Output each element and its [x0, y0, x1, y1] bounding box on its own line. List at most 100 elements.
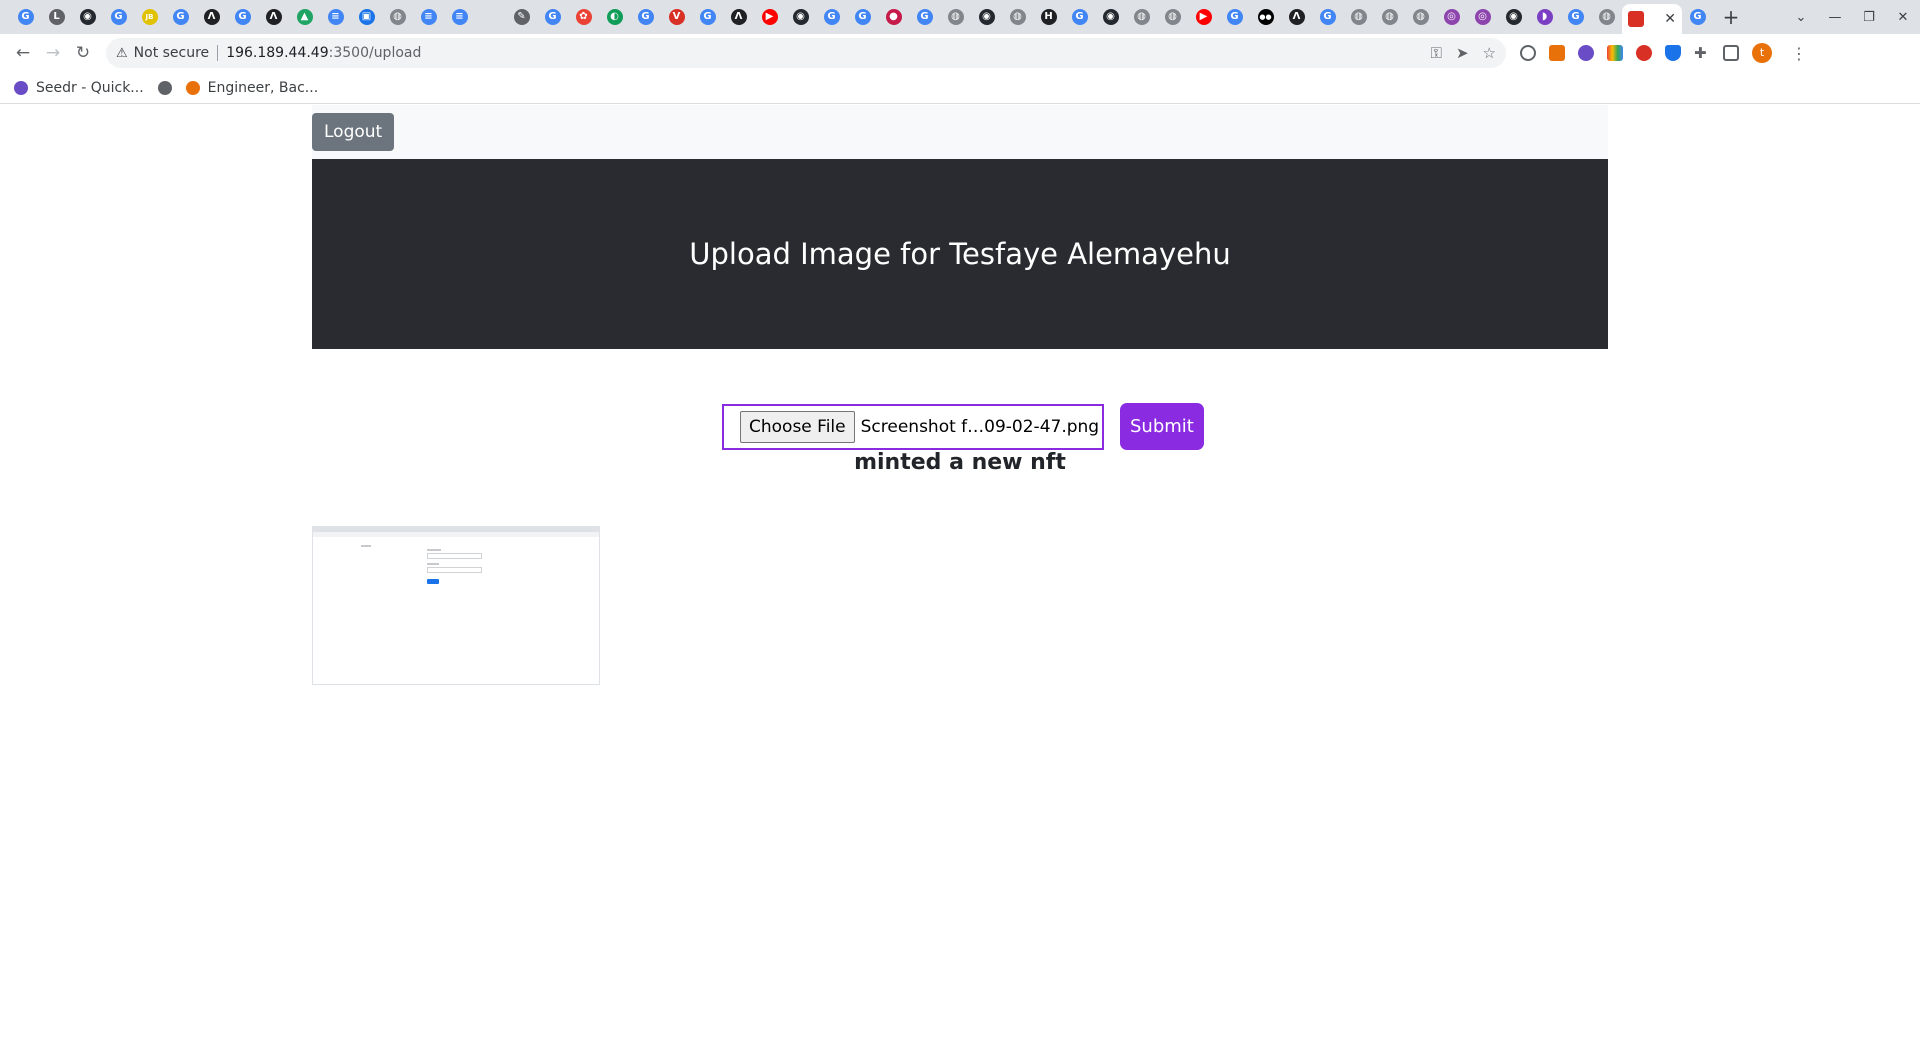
tab[interactable]: V [661, 3, 692, 31]
tab[interactable]: G [537, 3, 568, 31]
tab[interactable]: ◍ [1405, 3, 1436, 31]
tab[interactable] [475, 3, 506, 31]
tab[interactable]: G [1682, 3, 1713, 31]
key-icon[interactable]: ⚿ [1431, 44, 1442, 62]
tab[interactable]: ◍ [940, 3, 971, 31]
tab[interactable]: ✎ [506, 3, 537, 31]
warning-icon[interactable]: ⚠ [116, 46, 128, 61]
url-path[interactable]: :3500/upload [329, 45, 422, 61]
docs-icon: ≡ [451, 9, 468, 25]
tab[interactable]: ◍ [1002, 3, 1033, 31]
status-message: minted a new nft [854, 450, 1066, 475]
back-button[interactable]: ← [8, 38, 38, 68]
tab[interactable]: ◎ [1436, 3, 1467, 31]
tab[interactable]: Λ [723, 3, 754, 31]
menu-icon[interactable]: ⋮ [1791, 44, 1807, 63]
performance-icon[interactable] [1520, 45, 1536, 61]
close-icon[interactable]: ✕ [1664, 11, 1676, 27]
tab[interactable]: G [1219, 3, 1250, 31]
bookmark-item[interactable]: Seedr - Quick... [14, 80, 144, 96]
tab[interactable]: G [1064, 3, 1095, 31]
google-icon: G [544, 9, 561, 25]
puzzle-icon[interactable]: ✚ [1694, 45, 1710, 61]
tab[interactable]: G [816, 3, 847, 31]
reload-button[interactable]: ↻ [68, 38, 98, 68]
tab[interactable]: G [1560, 3, 1591, 31]
tab[interactable]: G [630, 3, 661, 31]
file-input[interactable]: Choose File Screenshot f…09-02-47.png [722, 403, 1104, 450]
tab[interactable]: ◍ [1343, 3, 1374, 31]
address-bar[interactable]: ⚠ Not secure 196.189.44.49:3500/upload ⚿… [106, 38, 1506, 68]
tab-search-icon[interactable]: ⌄ [1784, 10, 1818, 25]
tab[interactable]: G [847, 3, 878, 31]
tab[interactable]: ▶ [1188, 3, 1219, 31]
choose-file-button[interactable]: Choose File [740, 410, 855, 443]
tab[interactable]: ● [878, 3, 909, 31]
tab[interactable]: G [10, 3, 41, 31]
colorwheel-icon: ✿ [575, 9, 592, 25]
side-panel-icon[interactable] [1723, 45, 1739, 61]
tab[interactable]: JB [134, 3, 165, 31]
globe-icon: ◍ [1164, 9, 1181, 25]
profile-avatar[interactable]: t [1752, 43, 1772, 63]
send-icon[interactable]: ➤ [1456, 44, 1469, 62]
tab[interactable]: G [103, 3, 134, 31]
extension-color-icon[interactable] [1607, 45, 1623, 61]
tab[interactable]: ◍ [1374, 3, 1405, 31]
active-tab[interactable]: ✕ [1622, 4, 1682, 34]
tab[interactable]: ●● [1250, 3, 1281, 31]
bookmark-item[interactable]: Engineer, Bac... [185, 80, 318, 96]
forward-button[interactable]: → [38, 38, 68, 68]
url-host[interactable]: 196.189.44.49 [226, 45, 328, 61]
tab[interactable]: Λ [196, 3, 227, 31]
tab[interactable]: L [41, 3, 72, 31]
tab[interactable]: G [692, 3, 723, 31]
extension-seedr-icon[interactable] [1578, 45, 1594, 61]
star-icon[interactable]: ☆ [1483, 44, 1496, 62]
extension-shield-icon[interactable] [1665, 45, 1681, 61]
restore-button[interactable]: ❐ [1852, 10, 1886, 25]
tab[interactable]: G [227, 3, 258, 31]
tab[interactable]: ◍ [1126, 3, 1157, 31]
extension-block-icon[interactable] [1636, 45, 1652, 61]
new-tab-button[interactable]: + [1713, 3, 1749, 31]
tab[interactable]: G [1312, 3, 1343, 31]
tab[interactable]: ✿ [568, 3, 599, 31]
tab[interactable]: ◗ [1529, 3, 1560, 31]
tab[interactable]: Λ [258, 3, 289, 31]
tab[interactable]: ▲ [289, 3, 320, 31]
tab[interactable]: ≡ [413, 3, 444, 31]
github-icon: ◉ [79, 9, 96, 25]
tab[interactable]: ▶ [754, 3, 785, 31]
tab[interactable]: ◉ [1095, 3, 1126, 31]
tab[interactable]: ◍ [382, 3, 413, 31]
submit-button[interactable]: Submit [1120, 403, 1204, 450]
tab[interactable]: ◍ [1157, 3, 1188, 31]
a-logo-icon: Λ [265, 9, 282, 25]
medium-icon: ●● [1257, 9, 1274, 25]
thumbnail-detail [427, 567, 482, 573]
google-icon: G [172, 9, 189, 25]
tab[interactable]: ◉ [785, 3, 816, 31]
tab[interactable]: G [165, 3, 196, 31]
tab[interactable]: ▣ [351, 3, 382, 31]
close-window-button[interactable]: ✕ [1886, 10, 1920, 25]
tab[interactable]: ◉ [72, 3, 103, 31]
tab[interactable]: ◎ [1467, 3, 1498, 31]
tab[interactable]: ◉ [1498, 3, 1529, 31]
tab[interactable]: ◐ [599, 3, 630, 31]
extension-download-icon[interactable] [1549, 45, 1565, 61]
youtube-icon: ▶ [1195, 9, 1212, 25]
security-label[interactable]: Not secure [134, 45, 210, 61]
tab[interactable]: H [1033, 3, 1064, 31]
tab[interactable]: ◍ [1591, 3, 1622, 31]
uploaded-image-thumbnail[interactable] [312, 526, 600, 685]
tab[interactable]: ≡ [444, 3, 475, 31]
minimize-button[interactable]: — [1818, 10, 1852, 25]
logout-button[interactable]: Logout [312, 113, 395, 151]
bookmark-item[interactable] [157, 80, 172, 95]
tab[interactable]: ≡ [320, 3, 351, 31]
tab[interactable]: G [909, 3, 940, 31]
tab[interactable]: ◉ [971, 3, 1002, 31]
tab[interactable]: Λ [1281, 3, 1312, 31]
